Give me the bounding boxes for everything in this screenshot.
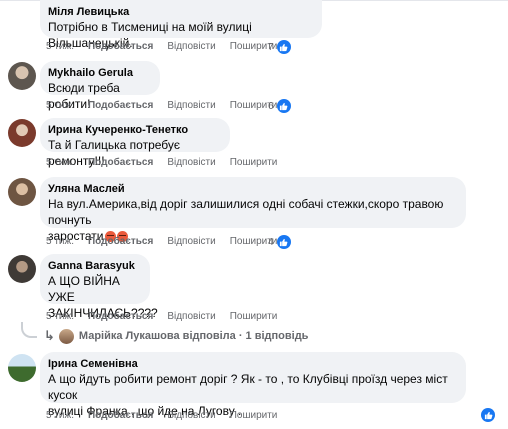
avatar[interactable]	[8, 178, 36, 206]
comment-actions: 5 тиж. Подобається Відповісти Поширити	[46, 41, 291, 52]
comment-time[interactable]: 5 тиж.	[46, 41, 74, 52]
comment-bubble: Ирина Кучеренко-Тенетко Та й Галицька по…	[40, 118, 230, 168]
comment-time[interactable]: 5 тиж.	[46, 410, 74, 421]
comment-bubble: Міля Левицька Потрібно в Тисмениці на мо…	[40, 0, 322, 50]
like-button[interactable]: Подобається	[88, 41, 153, 52]
thumbs-up-icon	[276, 99, 291, 113]
comment-actions: 5 тиж. Подобається Відповісти Поширити	[46, 410, 291, 421]
reply-button[interactable]: Відповісти	[167, 100, 215, 111]
comment-author[interactable]: Ирина Кучеренко-Тенетко	[48, 123, 222, 137]
thumbs-up-icon	[276, 40, 291, 54]
comment-time[interactable]: 5 тиж.	[46, 100, 74, 111]
avatar[interactable]	[8, 62, 36, 90]
comment-actions: 5 тиж. Подобається Відповісти Поширити	[46, 100, 291, 111]
comment-author[interactable]: Ірина Семенівна	[48, 357, 458, 371]
avatar[interactable]	[8, 119, 36, 147]
like-button[interactable]: Подобається	[88, 100, 153, 111]
avatar[interactable]	[8, 255, 36, 283]
comment-author[interactable]: Ganna Barasyuk	[48, 259, 142, 273]
reply-button[interactable]: Відповісти	[167, 41, 215, 52]
thumbs-up-icon	[481, 408, 495, 422]
reaction-count[interactable]: 6	[268, 99, 291, 113]
comment-text: А ЩО ВІЙНА УЖЕ	[48, 274, 120, 304]
comment-time[interactable]: 5 тиж.	[46, 157, 74, 168]
like-button[interactable]: Подобається	[88, 410, 153, 421]
thread-connector	[21, 322, 37, 338]
like-count: 7	[268, 41, 274, 53]
avatar	[58, 328, 74, 344]
reply-button[interactable]: Відповісти	[167, 236, 215, 247]
reply-button[interactable]: Відповісти	[167, 157, 215, 168]
reaction-count[interactable]	[478, 408, 495, 422]
comment-time[interactable]: 5 тиж.	[46, 236, 74, 247]
thumbs-up-icon	[276, 235, 291, 249]
reaction-count[interactable]: 7	[268, 40, 291, 54]
comment-text: На вул.Америка,від доріг залишилися одні…	[48, 197, 444, 227]
comment-actions: 5 тиж. Подобається Відповісти Поширити	[46, 311, 291, 322]
comment-text: А що йдуть робити ремонт доріг ? Як - то…	[48, 372, 448, 402]
like-button[interactable]: Подобається	[88, 157, 153, 168]
comment-bubble: Ірина Семенівна А що йдуть робити ремонт…	[40, 352, 466, 418]
like-button[interactable]: Подобається	[88, 236, 153, 247]
comment-actions: 5 тиж. Подобається Відповісти Поширити	[46, 157, 291, 168]
share-button[interactable]: Поширити	[230, 410, 278, 421]
like-count: 4	[268, 236, 274, 248]
share-button[interactable]: Поширити	[230, 311, 278, 322]
replies-summary[interactable]: Марійка Лукашова відповіла · 1 відповідь	[79, 330, 309, 342]
comment-bubble: Уляна Маслей На вул.Америка,від доріг за…	[40, 177, 466, 243]
comment-author[interactable]: Уляна Маслей	[48, 182, 458, 196]
comment-bubble: Mykhailo Gerula Всюди треба робити!	[40, 61, 160, 111]
comment-time[interactable]: 5 тиж.	[46, 311, 74, 322]
view-replies-link[interactable]: ↳ Марійка Лукашова відповіла · 1 відпові…	[44, 328, 308, 344]
reply-button[interactable]: Відповісти	[167, 311, 215, 322]
like-button[interactable]: Подобається	[88, 311, 153, 322]
avatar[interactable]	[8, 354, 36, 382]
share-button[interactable]: Поширити	[230, 157, 278, 168]
comment-bubble: Ganna Barasyuk А ЩО ВІЙНА УЖЕ ЗАКІНЧИЛАС…	[40, 254, 158, 320]
reply-button[interactable]: Відповісти	[167, 410, 215, 421]
comment-actions: 5 тиж. Подобається Відповісти Поширити	[46, 236, 291, 247]
reply-arrow-icon: ↳	[44, 328, 55, 343]
comment-author[interactable]: Mykhailo Gerula	[48, 66, 152, 80]
like-count: 6	[268, 100, 274, 112]
reaction-count[interactable]: 4	[268, 235, 291, 249]
comment-author[interactable]: Міля Левицька	[48, 5, 314, 19]
